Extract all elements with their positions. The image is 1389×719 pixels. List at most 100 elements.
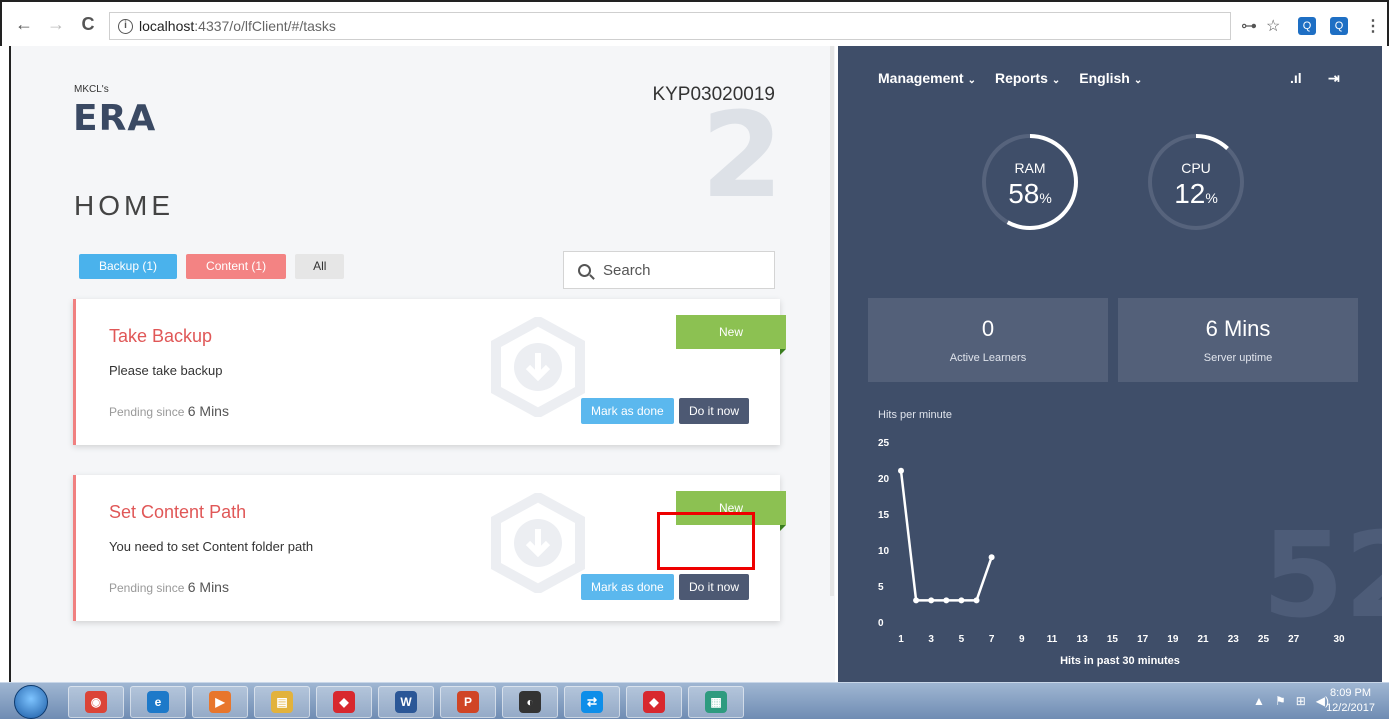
url-path: :4337/o/lfClient/#/tasks: [194, 18, 336, 34]
key-icon[interactable]: ⊶: [1241, 16, 1257, 36]
x-tick-label: 17: [1137, 634, 1149, 645]
active-learners-value: 0: [981, 316, 995, 341]
bookmark-star-icon[interactable]: ☆: [1266, 16, 1280, 36]
chevron-down-icon: ⌄: [1051, 75, 1061, 86]
tray-up-icon[interactable]: ▲: [1253, 694, 1265, 708]
taskbar-app-red-button[interactable]: ◆: [316, 686, 372, 718]
data-point: [943, 597, 950, 604]
x-tick-label: 11: [1047, 634, 1058, 645]
task-description: Please take backup: [109, 363, 223, 378]
task-card-backup: Take Backup Please take backup Pending s…: [73, 299, 786, 445]
menu-english[interactable]: English ⌄: [1079, 70, 1142, 86]
taskbar-media-button[interactable]: ▶: [192, 686, 248, 718]
app-green-icon: ▦: [705, 691, 727, 713]
top-menu: Management ⌄ Reports ⌄ English ⌄: [878, 70, 1142, 86]
taskbar-teamviewer-button[interactable]: ⇄: [564, 686, 620, 718]
taskbar-chrome-button[interactable]: ◉: [68, 686, 124, 718]
pending-label: Pending since: [109, 405, 185, 419]
menu-management[interactable]: Management ⌄: [878, 70, 976, 86]
signal-icon[interactable]: .ıl: [1290, 70, 1302, 86]
data-point: [958, 597, 965, 604]
clock[interactable]: 8:09 PM 12/2/2017: [1326, 686, 1375, 716]
reload-icon[interactable]: C: [78, 14, 98, 34]
extension-search-icon-2[interactable]: Q: [1330, 17, 1348, 35]
badge-fold: [780, 349, 786, 355]
taskbar-word-button[interactable]: W: [378, 686, 434, 718]
x-tick-label: 3: [928, 634, 934, 645]
filter-tabs: Backup (1) Content (1) All: [79, 254, 345, 279]
filter-backup-button[interactable]: Backup (1): [79, 254, 178, 279]
x-axis-label: Hits in past 30 minutes: [1060, 655, 1180, 667]
task-count-watermark: 2: [701, 86, 784, 224]
task-description: You need to set Content folder path: [109, 539, 314, 554]
url-host: localhost: [139, 18, 195, 34]
taskbar-powerpoint-button[interactable]: P: [440, 686, 496, 718]
chart-title: Hits per minute: [878, 409, 952, 421]
x-tick-label: 19: [1167, 634, 1179, 645]
windows-taskbar: ◉ e ▶ ▤ ◆ W P ◐ ⇄ ◆ ▦ ▲ ⚑ ⊞ ◀) 8:09 PM 12/2/2017: [0, 682, 1389, 719]
device-id: KYP03020019: [652, 84, 775, 105]
panel-divider: [830, 46, 834, 596]
word-icon: W: [395, 691, 417, 713]
menu-label: Reports: [994, 70, 1048, 86]
menu-reports[interactable]: Reports ⌄: [995, 70, 1060, 86]
data-point: [913, 597, 920, 604]
taskbar-wpm-button[interactable]: ◐: [502, 686, 558, 718]
data-point: [898, 467, 904, 474]
x-tick-label: 9: [1019, 634, 1025, 645]
search-input[interactable]: Search: [563, 251, 775, 289]
forward-icon[interactable]: →: [46, 14, 66, 34]
server-uptime-label: Server uptime: [1203, 352, 1273, 364]
task-pending: Pending since 6 Mins: [109, 579, 229, 595]
menu-label: Management: [878, 70, 964, 86]
active-learners-card: 0 Active Learners: [868, 298, 1108, 382]
mark-as-done-button[interactable]: Mark as done: [581, 398, 674, 424]
do-it-now-button[interactable]: Do it now: [679, 398, 750, 424]
browser-menu-icon[interactable]: ⋮: [1365, 16, 1381, 36]
task-pending: Pending since 6 Mins: [109, 403, 229, 419]
mark-as-done-button[interactable]: Mark as done: [581, 574, 674, 600]
y-tick-label: 5: [878, 582, 884, 593]
pending-label: Pending since: [109, 581, 185, 595]
taskbar-app-red-2-button[interactable]: ◆: [626, 686, 682, 718]
address-bar[interactable]: i localhost:4337/o/lfClient/#/tasks: [109, 12, 1231, 40]
data-point: [973, 597, 980, 604]
task-title: Set Content Path: [109, 502, 247, 522]
tray-network-icon[interactable]: ⊞: [1296, 694, 1306, 708]
app-red-icon: ◆: [333, 691, 355, 713]
y-tick-label: 15: [878, 510, 890, 521]
logout-icon[interactable]: ⇥: [1328, 70, 1340, 87]
x-tick-label: 27: [1288, 634, 1300, 645]
info-icon[interactable]: i: [118, 18, 133, 34]
ram-value: 58%: [1008, 178, 1052, 209]
x-tick-label: 13: [1077, 634, 1089, 645]
download-hex-icon: [491, 493, 585, 593]
y-tick-label: 0: [878, 618, 884, 629]
back-icon[interactable]: ←: [14, 14, 34, 34]
active-learners-label: Active Learners: [949, 352, 1027, 364]
y-tick-label: 25: [878, 438, 890, 449]
extension-search-icon[interactable]: Q: [1298, 17, 1316, 35]
x-tick-label: 15: [1107, 634, 1119, 645]
filter-content-button[interactable]: Content (1): [186, 254, 287, 279]
taskbar-app-green-button[interactable]: ▦: [688, 686, 744, 718]
start-button[interactable]: [14, 685, 48, 719]
dashboard-panel: Management ⌄ Reports ⌄ English ⌄ .ıl ⇥ RAM …: [838, 46, 1382, 682]
tray-flag-icon[interactable]: ⚑: [1275, 694, 1286, 708]
era-logo: ERA: [73, 98, 157, 139]
y-tick-label: 10: [878, 546, 890, 557]
taskbar-explorer-button[interactable]: ▤: [254, 686, 310, 718]
brand-prefix: MKCL's: [74, 84, 109, 95]
do-it-now-button[interactable]: Do it now: [679, 574, 750, 600]
browser-toolbar: ← → C i localhost:4337/o/lfClient/#/task…: [0, 0, 1389, 46]
x-tick-label: 21: [1198, 634, 1210, 645]
page-title: HOME: [74, 190, 174, 221]
filter-all-button[interactable]: All: [295, 254, 345, 279]
highlight-box: [657, 512, 755, 570]
pending-value: 6 Mins: [187, 579, 229, 595]
teamviewer-icon: ⇄: [581, 691, 603, 713]
media-icon: ▶: [209, 691, 231, 713]
server-uptime-value: 6 Mins: [1205, 316, 1271, 341]
taskbar-ie-button[interactable]: e: [130, 686, 186, 718]
app-red-2-icon: ◆: [643, 691, 665, 713]
